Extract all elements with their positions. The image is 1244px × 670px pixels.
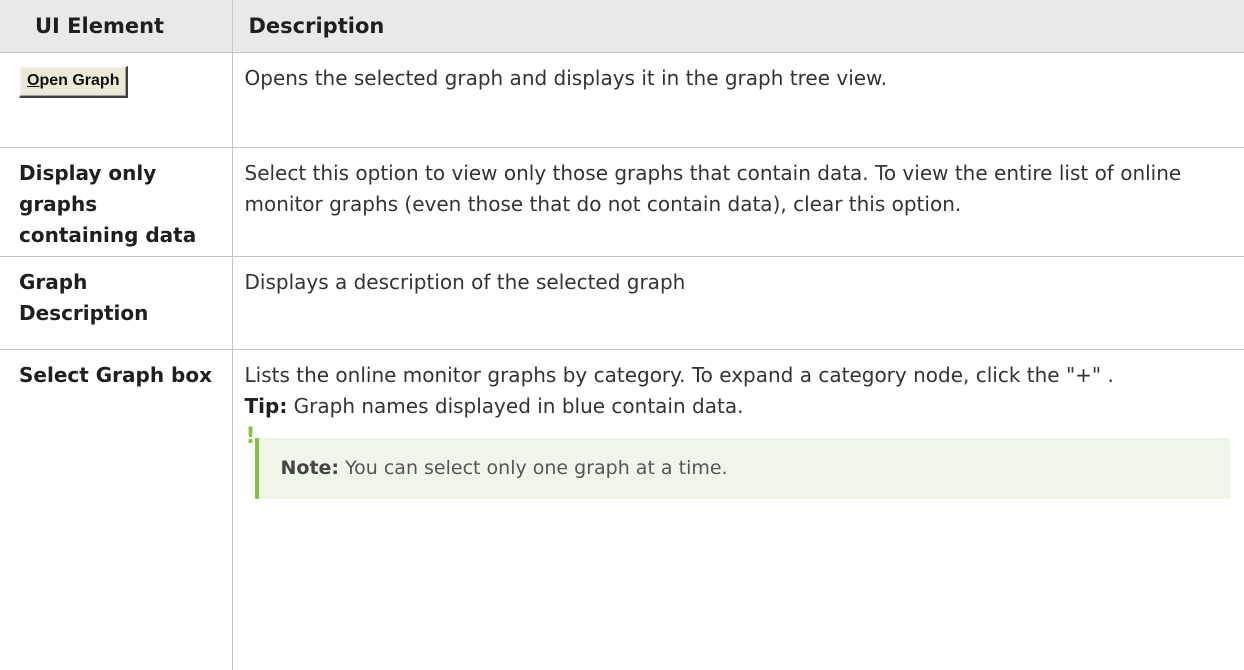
ui-element-cell: Display only graphs containing data: [0, 147, 233, 257]
tip-label: Tip:: [244, 394, 288, 418]
ui-element-cell: Graph Description: [0, 256, 233, 350]
description-cell: Lists the online monitor graphs by categ…: [232, 349, 1244, 670]
table-row: Select Graph box Lists the online monito…: [0, 349, 1244, 670]
note-box: ! Note: You can select only one graph at…: [246, 426, 1230, 499]
ui-element-cell: Open Graph: [0, 52, 233, 148]
description-cell: Opens the selected graph and displays it…: [232, 52, 1244, 148]
table-row: Graph Description Displays a description…: [0, 256, 1244, 350]
tip-text: Graph names displayed in blue contain da…: [287, 394, 744, 418]
note-label: Note:: [280, 457, 340, 479]
open-graph-mnemonic: O: [27, 72, 40, 89]
table-row: Display only graphs containing data Sele…: [0, 147, 1244, 257]
ui-elements-table: UI Element Description Open Graph Opens …: [0, 0, 1244, 670]
note-text: You can select only one graph at a time.: [339, 457, 728, 479]
exclamation-icon: !: [245, 424, 256, 449]
tip-line: Tip: Graph names displayed in blue conta…: [245, 391, 1230, 422]
column-header-description: Description: [232, 0, 1244, 53]
table-header-row: UI Element Description: [0, 0, 1244, 53]
description-cell: Select this option to view only those gr…: [232, 147, 1244, 257]
ui-element-cell: Select Graph box: [0, 349, 233, 670]
description-cell: Displays a description of the selected g…: [232, 256, 1244, 350]
open-graph-label: pen Graph: [39, 72, 120, 89]
open-graph-button[interactable]: Open Graph: [19, 66, 129, 98]
description-text: Lists the online monitor graphs by categ…: [244, 363, 1114, 387]
table-row: Open Graph Opens the selected graph and …: [0, 52, 1244, 148]
column-header-ui-element: UI Element: [0, 0, 233, 53]
